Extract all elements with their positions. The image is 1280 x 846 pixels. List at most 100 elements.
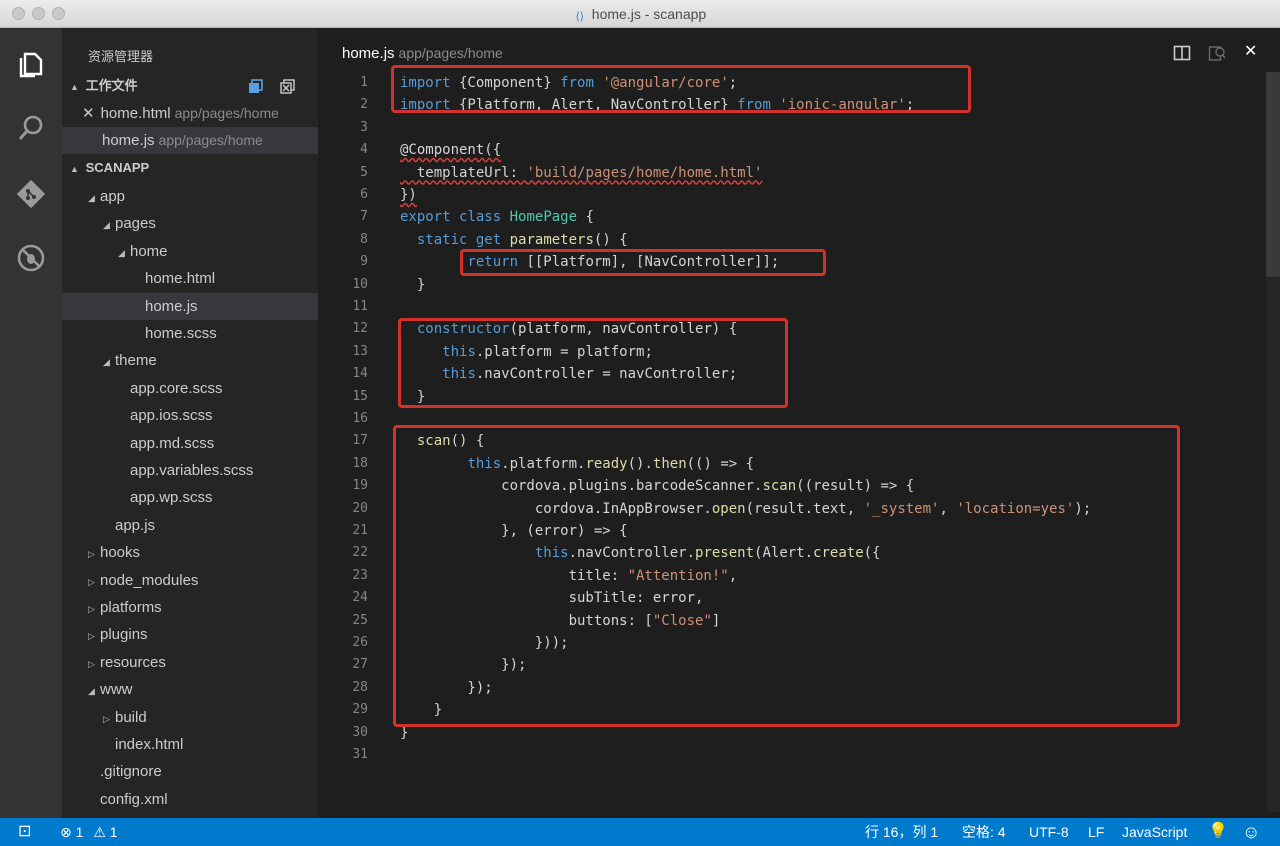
tree-item[interactable]: app.ios.scss xyxy=(62,402,318,429)
tab-filename: home.js xyxy=(342,45,395,62)
tree-item[interactable]: ◢ theme xyxy=(62,347,318,374)
code-line: 16 xyxy=(352,411,368,426)
code-line: 28 }); xyxy=(352,679,493,696)
close-file-icon[interactable]: ✕ xyxy=(82,105,95,122)
tree-item[interactable]: home.scss xyxy=(62,320,318,347)
working-file-path: app/pages/home xyxy=(174,105,279,121)
tree-item-label: app.core.scss xyxy=(130,379,223,397)
scrollbar-thumb[interactable] xyxy=(1266,72,1280,277)
code-line: 9 return [[Platform], [NavController]]; xyxy=(360,254,780,271)
lightbulb-icon[interactable]: 💡 xyxy=(1208,818,1228,846)
working-file-path: app/pages/home xyxy=(158,132,263,148)
working-files-label: 工作文件 xyxy=(85,78,138,93)
language-mode[interactable]: JavaScript xyxy=(1122,818,1187,846)
tree-item[interactable]: home.js xyxy=(62,292,318,320)
editor-tab[interactable]: home.js app/pages/home xyxy=(342,45,503,62)
collapse-icon: ◢ xyxy=(103,357,110,368)
tree-item[interactable]: ◢ home xyxy=(62,238,318,265)
tree-item-label: app.wp.scss xyxy=(130,489,213,507)
code-line: 22 this.navController.present(Alert.crea… xyxy=(352,545,881,562)
tree-item[interactable]: ◢ www xyxy=(62,676,318,703)
code-line: 17 scan() { xyxy=(352,433,485,450)
tree-item[interactable]: app.md.scss xyxy=(62,430,318,457)
tree-item-label: node_modules xyxy=(100,571,199,589)
cursor-position[interactable]: 行 16，列 1 xyxy=(865,818,938,846)
warning-icon: ⚠ xyxy=(93,824,106,840)
close-editor-icon[interactable]: ✕ xyxy=(1244,41,1257,61)
collapse-icon: ▲ xyxy=(70,164,79,174)
debug-icon[interactable] xyxy=(15,242,47,274)
warning-count: 1 xyxy=(109,824,118,840)
sidebar-title: 资源管理器 xyxy=(88,49,154,64)
collapse-icon: ◢ xyxy=(88,686,95,697)
collapse-icon: ▲ xyxy=(70,82,79,92)
tree-item[interactable]: app.variables.scss xyxy=(62,457,318,484)
tree-item[interactable]: ▷ platforms xyxy=(62,594,318,621)
git-icon[interactable] xyxy=(15,178,47,210)
expand-icon: ▷ xyxy=(88,658,95,669)
expand-icon: ▷ xyxy=(88,604,95,614)
tree-item-label: build xyxy=(115,708,147,726)
code-line: 23 title: "Attention!", xyxy=(352,567,738,584)
tree-item-label: app.variables.scss xyxy=(130,462,254,479)
code-line: 3 xyxy=(360,119,368,135)
code-line: 12 constructor(platform, navController) … xyxy=(352,321,738,338)
tree-item[interactable]: ▷ build xyxy=(62,704,318,731)
open-changes-icon[interactable] xyxy=(1208,44,1226,62)
tree-item[interactable]: app.wp.scss xyxy=(62,484,318,511)
feedback-smiley-icon[interactable]: ☺ xyxy=(1242,818,1260,846)
error-icon: ⊗ xyxy=(60,824,72,840)
status-bar: ⊡ ⊗ 1 ⚠ 1 行 16，列 1 空格: 4 UTF-8 LF JavaSc… xyxy=(0,818,1280,846)
tree-item[interactable]: app.core.scss xyxy=(62,375,318,402)
source-control-icon[interactable]: ⊡ xyxy=(18,818,31,846)
tree-item[interactable]: ▷ resources xyxy=(62,649,318,676)
tree-item[interactable]: ◢ pages xyxy=(62,210,318,237)
code-line: 30} xyxy=(352,724,409,741)
code-line: 6}) xyxy=(360,187,417,203)
js-file-icon: ⟨⟩ xyxy=(575,11,585,23)
explorer-sidebar: 资源管理器 ▲ 工作文件 ✕ home.html app/pages/home ho… xyxy=(62,28,318,818)
expand-icon: ▷ xyxy=(103,713,110,724)
save-all-icon[interactable] xyxy=(248,78,264,94)
tree-item-label: home.scss xyxy=(145,325,217,342)
code-line: 25 buttons: ["Close"] xyxy=(352,612,721,629)
tree-item[interactable]: ▷ node_modules xyxy=(62,567,318,594)
tree-item-label: home.html xyxy=(145,270,216,288)
problems-indicator[interactable]: ⊗ 1 ⚠ 1 xyxy=(60,818,118,846)
working-file-name: home.html xyxy=(100,105,171,122)
tree-item[interactable]: home.html xyxy=(62,265,318,292)
overview-ruler[interactable] xyxy=(1266,72,1280,812)
close-all-icon[interactable] xyxy=(280,78,296,94)
tree-item-label: hooks xyxy=(100,544,141,562)
working-file-item[interactable]: home.js app/pages/home xyxy=(62,127,318,154)
collapse-icon: ◢ xyxy=(103,220,110,231)
encoding[interactable]: UTF-8 xyxy=(1029,818,1069,846)
tree-item-label: home xyxy=(130,242,168,260)
tree-item[interactable]: index.html xyxy=(62,731,318,758)
tree-item[interactable]: ◢ app xyxy=(62,183,318,210)
collapse-icon: ◢ xyxy=(88,193,95,203)
search-icon[interactable] xyxy=(15,112,47,144)
code-line: 14 this.navController = navController; xyxy=(352,366,738,383)
tree-item-label: app.js xyxy=(115,516,156,534)
code-line: 11 xyxy=(352,299,368,314)
tree-item-label: theme xyxy=(115,352,157,370)
split-editor-icon[interactable] xyxy=(1173,44,1191,62)
indentation[interactable]: 空格: 4 xyxy=(962,818,1006,846)
project-header[interactable]: ▲ SCANAPP xyxy=(62,154,318,181)
tree-item-label: www xyxy=(100,681,133,699)
tree-item[interactable]: ▷ plugins xyxy=(62,621,318,648)
project-label: SCANAPP xyxy=(85,160,150,175)
code-line: 21 }, (error) => { xyxy=(352,523,628,539)
tree-item[interactable]: .gitignore xyxy=(62,758,318,785)
code-line: 27 }); xyxy=(352,657,527,674)
explorer-icon[interactable] xyxy=(15,48,47,80)
tree-item[interactable]: ▷ hooks xyxy=(62,539,318,566)
tree-item[interactable]: config.xml xyxy=(62,786,318,813)
code-line: 10 } xyxy=(352,276,426,293)
tree-item[interactable]: app.js xyxy=(62,512,318,539)
code-line: 19 cordova.plugins.barcodeScanner.scan((… xyxy=(352,478,915,495)
line-ending[interactable]: LF xyxy=(1088,818,1104,846)
working-file-item[interactable]: ✕ home.html app/pages/home xyxy=(62,100,318,127)
working-files-header[interactable]: ▲ 工作文件 xyxy=(62,72,318,99)
